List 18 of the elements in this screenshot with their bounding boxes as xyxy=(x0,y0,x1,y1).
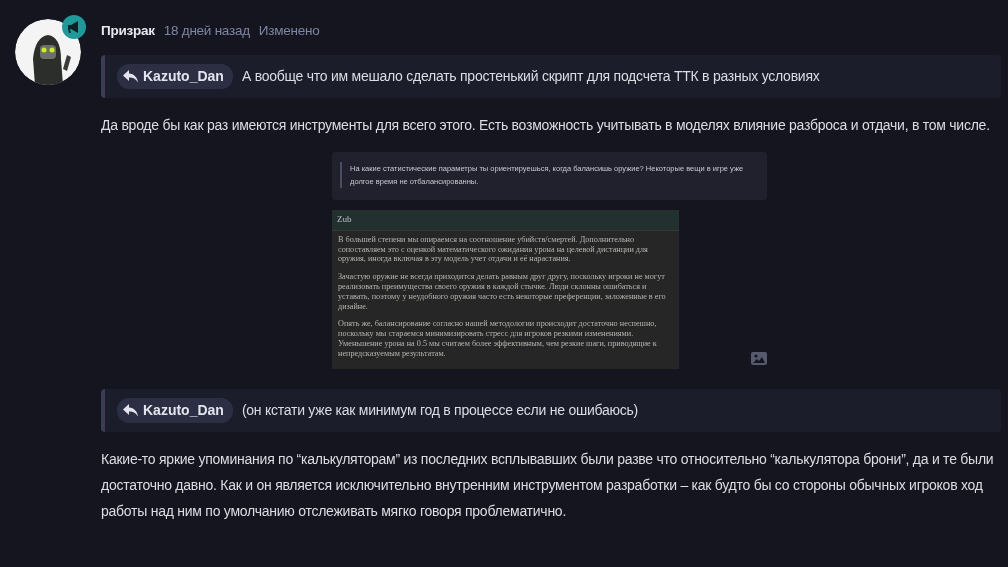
post-paragraph: Да вроде бы как раз имеются инструменты для всего этого. Есть возможность учитывать в моделях влияние разброса и отдачи, в том числе. xyxy=(101,116,991,136)
reply-icon xyxy=(123,403,138,417)
answer-paragraph: В большей степени мы опираемся на соотношение убийств/смертей. Дополнительно сопоставляем это с оценкой математического ожидания урона на целевой дистанции для оружия, иногда включая в эту модель учет отдачи и её нарастания. xyxy=(338,234,649,265)
quote-text: (он кстати уже как минимум год в процессе если не ошибаюсь) xyxy=(241,400,638,420)
answer-paragraph: Опять же, балансирование согласно нашей методологии происходит достаточно неспешно, поскольку мы стараемся минимизировать стресс для игроков резкими изменениями. Уменьшение урона на 0.5 мы считаем более эффективным, чем резкие шаги, приводящие к непредсказуемым результатам. xyxy=(338,319,658,359)
quoted-user-link[interactable]: Kazuto_Dan xyxy=(117,64,233,90)
quoted-user-link[interactable]: Kazuto_Dan xyxy=(117,397,233,423)
megaphone-icon xyxy=(62,15,86,39)
edited-label: Изменено xyxy=(258,22,320,40)
user-avatar[interactable] xyxy=(15,19,81,85)
reply-icon xyxy=(123,70,138,84)
quote-text: А вообще что им мешало сделать простенький скрипт для подсчета ТТК в разных условиях xyxy=(241,67,820,87)
post-time[interactable]: 18 дней назад xyxy=(163,21,250,42)
answer-author: Zub xyxy=(332,210,679,231)
post-paragraph: Какие-то яркие упоминания по “калькуляторам” из последних всплывавших были разве что относительно “калькулятора брони”, да и те были достаточно давно. Как и он является исключительно внутренним инструментом разработки – как будто бы со стороны обычных игроков ход работы над ним по умолчанию отслеживать мягко говоря проблематично. xyxy=(101,449,995,521)
answer-paragraph: Зачастую оружие не всегда приходится делать равным друг другу, поскольку игроки не могут реализовать преимущества своего оружия в каждой стычке. Люди склонны ошибаться и уставать, поэтому у неудобного оружия часто есть некоторые преференции, заложенные в его дизайне. xyxy=(338,272,667,312)
image-icon[interactable] xyxy=(751,351,767,365)
author-name[interactable]: Призрак xyxy=(101,21,155,42)
